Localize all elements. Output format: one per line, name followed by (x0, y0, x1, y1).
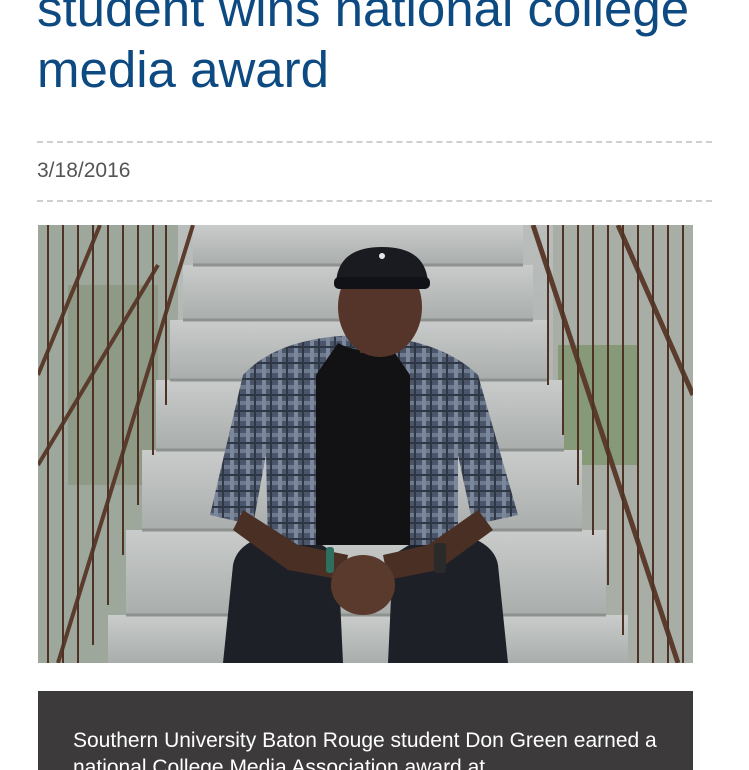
article-photo[interactable] (38, 225, 693, 663)
date-divider-bottom (37, 200, 712, 202)
student-on-stairs-image (38, 225, 693, 663)
photo-caption: Southern University Baton Rouge student … (38, 691, 693, 770)
article-date: 3/18/2016 (37, 159, 131, 182)
date-divider-top (37, 141, 712, 143)
caption-text: Southern University Baton Rouge student … (73, 729, 657, 770)
article-page: student wins national college media awar… (0, 0, 749, 770)
article-headline: student wins national college media awar… (37, 0, 690, 98)
